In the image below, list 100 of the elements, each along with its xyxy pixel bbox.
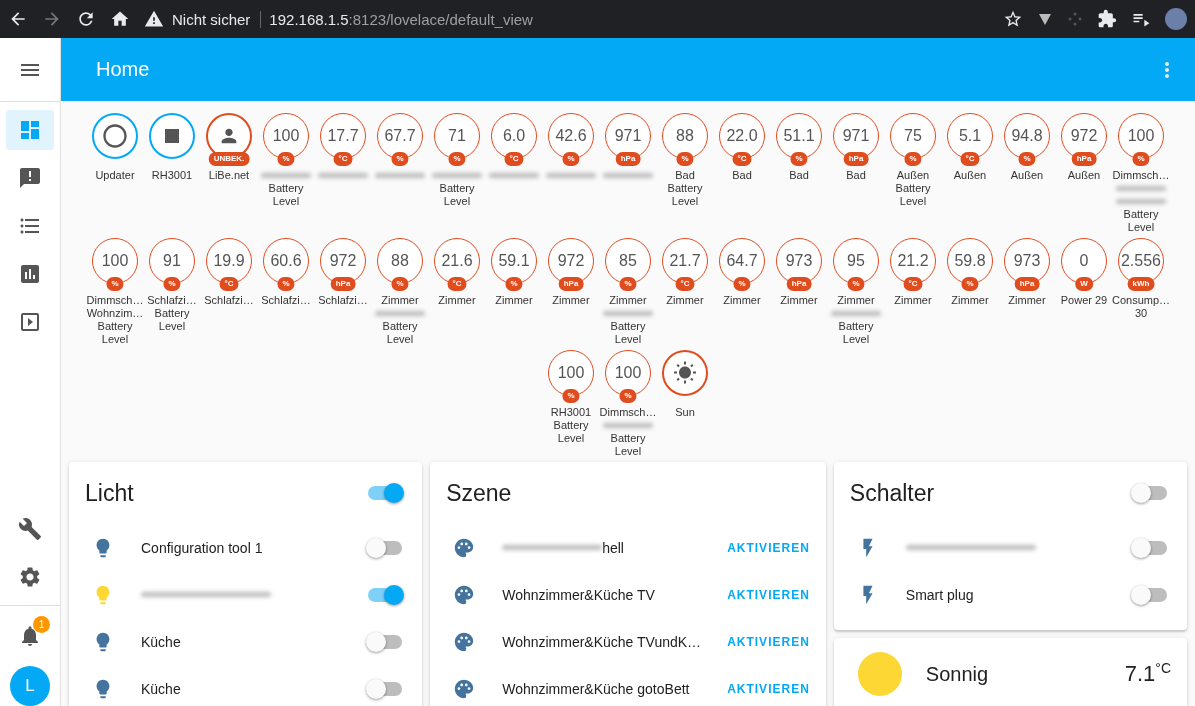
badge-label: Bad xyxy=(789,169,809,182)
blurred-text xyxy=(375,311,425,316)
weather-card[interactable]: Sonnig 7.1$^{°C}$ xyxy=(833,638,1187,706)
entity-name[interactable]: Smart plug xyxy=(905,586,974,603)
badge-label: Dimmsch… xyxy=(86,294,144,307)
badge-label: Wohnzim… xyxy=(86,307,144,320)
badge-label: Updater xyxy=(95,169,135,182)
security-label: Nicht sicher xyxy=(172,10,262,28)
badge-label: Level xyxy=(443,195,471,208)
badge-label: Zimmer xyxy=(723,294,761,307)
blurred-text xyxy=(603,311,653,316)
blurred-text xyxy=(489,173,539,178)
badge-label: Level xyxy=(1127,221,1155,234)
toggle-switch[interactable] xyxy=(1133,540,1167,555)
card-title: Szene xyxy=(446,479,512,507)
badge-label: Battery xyxy=(154,307,190,320)
blurred-text xyxy=(1116,199,1166,204)
badge-label: Battery xyxy=(1123,208,1159,221)
badge-label: Schlafzi… xyxy=(318,294,368,307)
warning-icon xyxy=(144,9,164,29)
star-icon[interactable] xyxy=(1003,9,1023,29)
badge-label: Battery xyxy=(610,432,646,445)
badge-label: Level xyxy=(614,333,642,346)
badge-label: Außen xyxy=(1067,169,1101,182)
temperature: 7.1$^{°C}$ xyxy=(1124,660,1171,688)
badge-label: Consump… xyxy=(1111,294,1171,307)
badge-label: Zimmer xyxy=(894,294,932,307)
badge-label: Außen xyxy=(1010,169,1044,182)
sun-icon xyxy=(857,652,902,696)
blurred-text xyxy=(432,173,482,178)
badge-label: Dimmsch… xyxy=(599,406,657,419)
badge-label: Zimmer xyxy=(951,294,989,307)
toggle-switch[interactable] xyxy=(1133,587,1167,602)
badge-label: LiBe.net xyxy=(208,169,250,182)
weather-condition: Sonnig xyxy=(925,662,990,686)
profile-avatar[interactable] xyxy=(1165,8,1187,30)
badge-label: Battery xyxy=(268,182,304,195)
badge-label: Level xyxy=(158,320,186,333)
badge-label: Level xyxy=(671,195,699,208)
scene-name[interactable]: Wohnzimmer&Küche gotoBett xyxy=(502,680,690,697)
blurred-text xyxy=(603,173,653,178)
badge-label: Zimmer xyxy=(552,294,590,307)
entity-name[interactable]: Configuration tool 1 xyxy=(141,539,263,556)
toggle-switch[interactable] xyxy=(368,587,403,602)
badge-label: Battery xyxy=(610,320,646,333)
url-text[interactable]: 192.168.1.5:8123/lovelace/default_view xyxy=(269,10,533,28)
card-title: Schalter xyxy=(849,479,935,507)
puzzle-icon[interactable] xyxy=(1097,9,1117,29)
scene-name[interactable]: hell xyxy=(602,539,624,556)
blurred-text xyxy=(546,173,596,178)
notification-count: 1 xyxy=(33,616,50,633)
badge-label: Battery xyxy=(382,320,418,333)
blurred-text xyxy=(831,311,881,316)
badge-label: Zimmer xyxy=(381,294,419,307)
card-title: Licht xyxy=(85,479,134,507)
badge-label: Battery xyxy=(895,182,931,195)
blurred-text xyxy=(603,423,653,428)
badge-label: Battery xyxy=(553,419,589,432)
toggle-switch[interactable] xyxy=(368,486,403,500)
badge-label: Battery xyxy=(838,320,874,333)
badge-label: Schlafzi… xyxy=(261,294,311,307)
badge-label: Battery xyxy=(439,182,475,195)
blurred-text xyxy=(1116,186,1166,191)
toggle-switch[interactable] xyxy=(368,634,403,649)
scene-name[interactable]: Wohnzimmer&Küche TVundK… xyxy=(502,633,702,650)
badge-label: Level xyxy=(614,445,642,458)
reload-icon[interactable] xyxy=(76,9,96,29)
badge-label: Bad xyxy=(732,169,752,182)
badge-label: Zimmer xyxy=(609,294,647,307)
entity-name[interactable]: Küche xyxy=(141,633,181,650)
badge-label: Dimmsch… xyxy=(1112,169,1170,182)
badge-label: Zimmer xyxy=(837,294,875,307)
badge-label: 30 xyxy=(1134,307,1148,320)
badge-label: Level xyxy=(101,333,129,346)
badge-label: Level xyxy=(557,432,585,445)
badge-label: Zimmer xyxy=(495,294,533,307)
badge-label: Zimmer xyxy=(438,294,476,307)
home-icon[interactable] xyxy=(110,9,130,29)
badge-label: Battery xyxy=(667,182,703,195)
badge-label: Level xyxy=(842,333,870,346)
blurred-text xyxy=(375,173,425,178)
badge-label: Level xyxy=(899,195,927,208)
badge-label: Außen xyxy=(953,169,987,182)
entity-name[interactable]: Küche xyxy=(141,680,181,697)
badge-label: RH3001 xyxy=(550,406,592,419)
badge-label: Bad xyxy=(846,169,866,182)
toggle-switch[interactable] xyxy=(368,540,403,555)
badge-label: Zimmer xyxy=(666,294,704,307)
scene-name[interactable]: Wohnzimmer&Küche TV xyxy=(502,586,655,603)
toggle-switch[interactable] xyxy=(1133,486,1167,500)
page-title: Home xyxy=(96,58,150,81)
blurred-text xyxy=(261,173,311,178)
blurred-text xyxy=(318,173,368,178)
badge-label: Außen xyxy=(896,169,930,182)
badge-label: Power 29 xyxy=(1060,294,1108,307)
badge-label: Zimmer xyxy=(1008,294,1046,307)
badge-label: Battery xyxy=(97,320,133,333)
toggle-switch[interactable] xyxy=(368,681,403,696)
badge-label: Zimmer xyxy=(780,294,818,307)
badge-label: Level xyxy=(272,195,300,208)
